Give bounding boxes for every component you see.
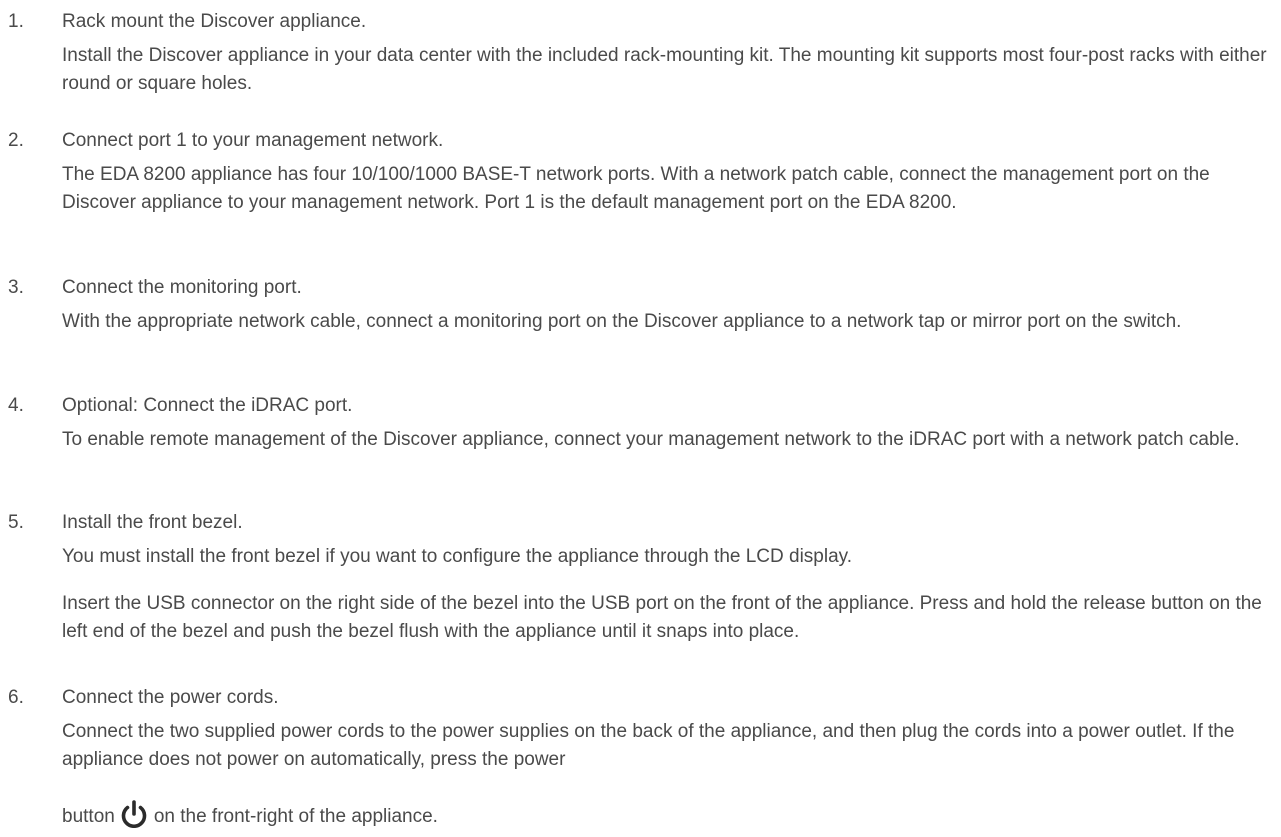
step-description: The EDA 8200 appliance has four 10/100/1… [62, 164, 1210, 213]
step-title: Connect port 1 to your management networ… [62, 130, 444, 151]
step-title: Connect the power cords. [62, 687, 279, 708]
step-description: With the appropriate network cable, conn… [62, 311, 1182, 332]
step-description: You must install the front bezel if you … [62, 546, 853, 567]
step-title: Install the front bezel. [62, 512, 243, 533]
step-number: 2. [8, 130, 24, 151]
power-icon [119, 800, 149, 837]
power-button-location: on the front-right of the appliance. [153, 806, 438, 827]
step-number: 6. [8, 687, 24, 708]
step-description: To enable remote management of the Disco… [62, 429, 1240, 450]
step-description-tail: button on the front-right of the applianc… [62, 800, 1272, 837]
step-description: Install the Discover appliance in your d… [62, 45, 1267, 94]
step-number: 4. [8, 395, 24, 416]
step-title: Optional: Connect the iDRAC port. [62, 395, 353, 416]
button-word: button [62, 806, 115, 827]
step-description: Insert the USB connector on the right si… [62, 593, 1262, 642]
step-number: 1. [8, 11, 24, 32]
step-title: Rack mount the Discover appliance. [62, 11, 367, 32]
step-title: Connect the monitoring port. [62, 277, 302, 298]
step-number: 5. [8, 512, 24, 533]
step-description: Connect the two supplied power cords to … [62, 721, 1235, 770]
step-number: 3. [8, 277, 24, 298]
